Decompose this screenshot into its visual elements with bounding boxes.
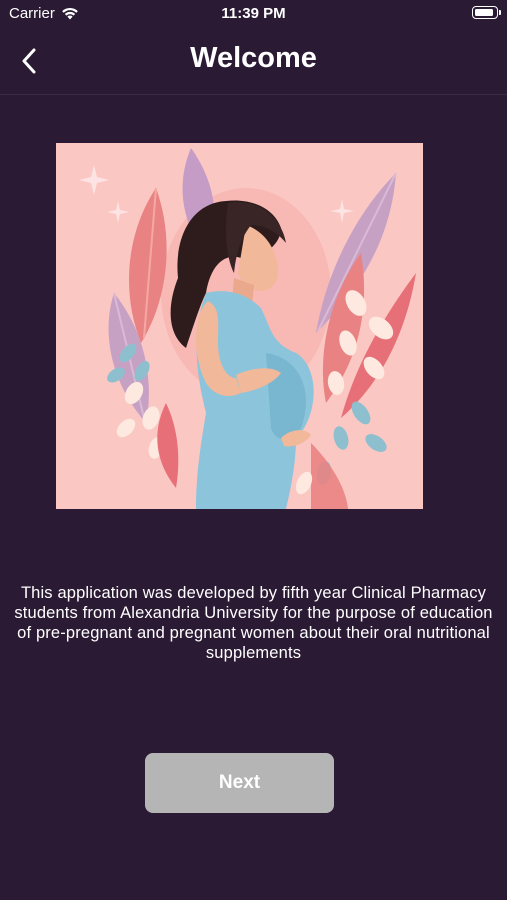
navigation-bar: Welcome [0,28,507,95]
page-title: Welcome [190,42,317,74]
status-time: 11:39 PM [221,5,286,22]
next-button[interactable]: Next [145,753,334,813]
app-description: This application was developed by fifth … [14,584,493,662]
status-bar: Carrier 11:39 PM [0,0,507,28]
pregnant-woman-illustration [79,148,416,509]
battery-icon [472,6,501,19]
hero-image [56,143,423,509]
